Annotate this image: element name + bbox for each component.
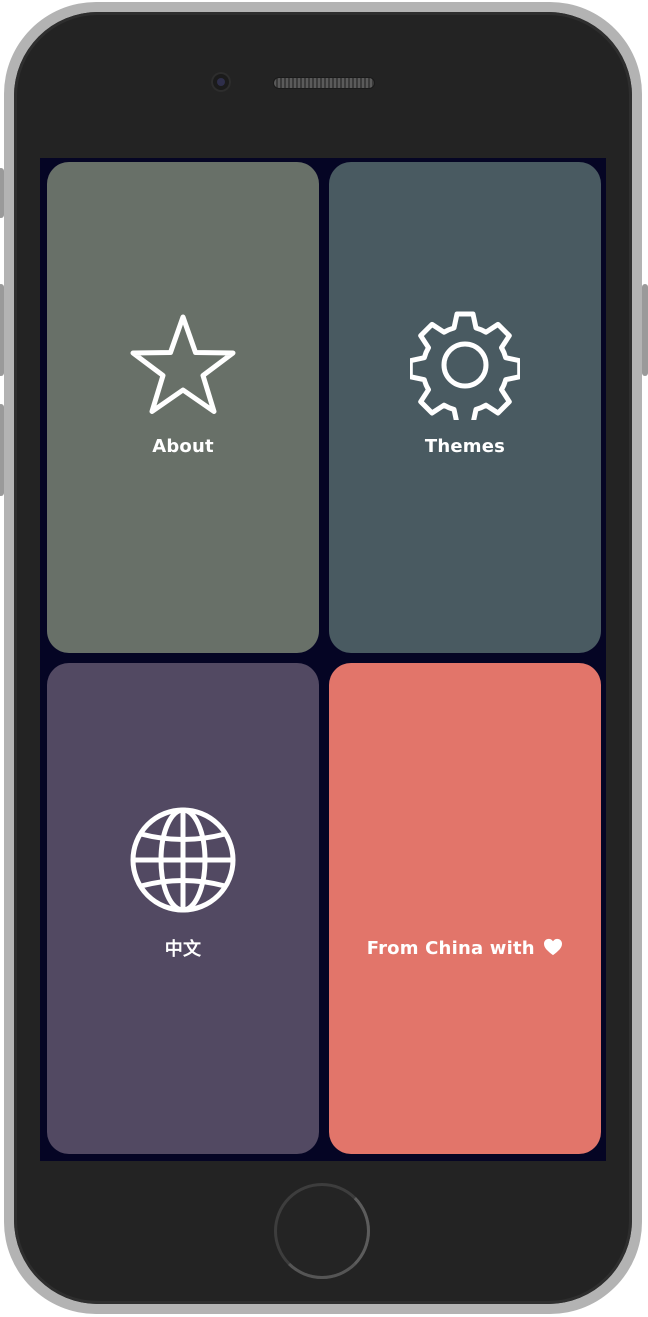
language-tile[interactable]: 中文	[47, 663, 319, 1154]
heart-icon	[544, 938, 563, 956]
language-label: 中文	[164, 939, 202, 960]
globe-icon	[130, 807, 236, 913]
about-tile[interactable]: About	[47, 162, 319, 653]
volume-down-button	[0, 404, 4, 496]
mute-switch	[0, 168, 4, 218]
about-label: About	[152, 436, 214, 457]
credits-text: From China with	[366, 938, 535, 959]
home-button[interactable]	[274, 1183, 370, 1279]
credits-tile[interactable]: From China with	[329, 663, 601, 1154]
themes-label: Themes	[424, 436, 506, 457]
volume-up-button	[0, 284, 4, 376]
star-icon	[130, 314, 236, 414]
power-button	[642, 284, 648, 376]
credits-label: From China with	[329, 938, 601, 959]
earpiece-speaker	[274, 78, 374, 88]
gear-icon	[410, 311, 520, 420]
app-screen: About Themes 中文 From China with	[40, 158, 606, 1161]
front-camera	[211, 72, 231, 92]
themes-tile[interactable]: Themes	[329, 162, 601, 653]
